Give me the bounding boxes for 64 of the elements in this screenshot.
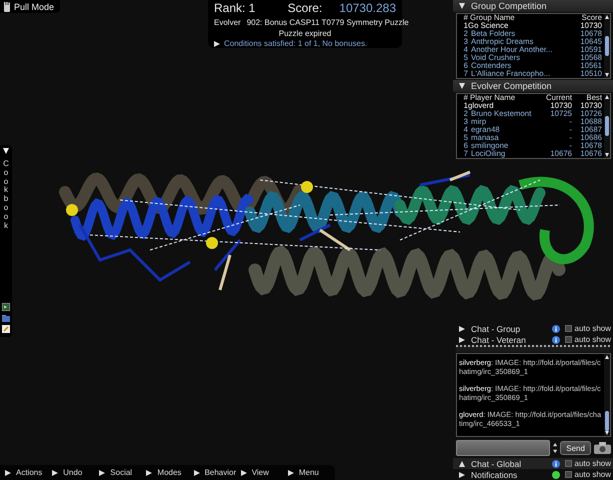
expand-arrow-icon	[214, 40, 220, 46]
scrollbar[interactable]	[604, 14, 610, 78]
scroll-up-icon	[605, 95, 609, 99]
score-label: Score:	[288, 2, 324, 15]
auto-show-checkbox[interactable]	[564, 471, 572, 478]
auto-show-label: auto show	[574, 470, 611, 479]
rank-label: Rank: 1	[214, 2, 256, 15]
scrollbar[interactable]	[604, 354, 610, 436]
expand-arrow-icon	[5, 470, 11, 476]
menu-button[interactable]: Behavior	[194, 465, 241, 480]
expand-arrow-icon	[459, 472, 465, 478]
menu-button[interactable]: Social	[99, 465, 146, 480]
send-button[interactable]: Send	[560, 441, 591, 455]
menu-button[interactable]: Undo	[52, 465, 100, 480]
auto-show-label: auto show	[574, 335, 611, 344]
puzzle-status: Puzzle expired	[278, 29, 332, 38]
info-icon	[552, 460, 560, 468]
puzzle-title: 902: Bonus CASP11 T0779 Symmetry Puzzle	[246, 18, 409, 27]
scroll-up-icon	[605, 355, 609, 359]
panel-header[interactable]: Group Competition	[453, 0, 613, 12]
auto-show-checkbox[interactable]	[564, 460, 572, 467]
camera-icon[interactable]	[594, 441, 611, 455]
expand-arrow-icon	[288, 470, 294, 476]
scroll-down-icon	[605, 153, 609, 157]
protein-drawing[interactable]	[59, 170, 594, 301]
expand-arrow-icon	[240, 470, 247, 476]
chat-input-field[interactable]	[456, 440, 550, 456]
recipe-icon[interactable]	[2, 303, 10, 311]
chat-channel-tab[interactable]: Notifications	[459, 470, 552, 480]
auto-show-checkbox[interactable]	[564, 336, 572, 343]
menu-button[interactable]: View	[240, 465, 288, 480]
pull-mode-button[interactable]: Pull Mode	[0, 0, 60, 13]
mode-label: Evolver	[214, 18, 241, 27]
expand-arrow-icon	[52, 470, 58, 476]
scroll-up-icon	[605, 15, 609, 19]
score-value: 10730.283	[339, 2, 396, 15]
info-icon	[552, 324, 560, 332]
collapse-arrow-icon	[459, 83, 465, 89]
collapse-arrow-icon	[459, 3, 465, 9]
spinner-icon[interactable]	[553, 442, 558, 454]
info-icon	[552, 336, 560, 344]
auto-show-label: auto show	[574, 459, 611, 468]
hand-icon	[3, 2, 11, 12]
status-icon	[552, 470, 560, 478]
expand-arrow-icon	[146, 470, 152, 476]
conditions-toggle[interactable]: Conditions satisfied: 1 of 1, No bonuses.	[214, 39, 396, 48]
folder-icon[interactable]	[2, 314, 10, 322]
scroll-down-icon	[605, 73, 609, 77]
chat-channel-tab[interactable]: Chat - Global	[459, 458, 552, 468]
expand-arrow-icon	[194, 470, 200, 476]
cookbook-label[interactable]: Cookbook	[2, 160, 10, 230]
menu-button[interactable]: Modes	[146, 465, 194, 480]
auto-show-checkbox[interactable]	[564, 325, 572, 332]
panel-header[interactable]: Evolver Competition	[453, 80, 613, 92]
notepad-icon[interactable]	[2, 325, 10, 333]
chat-channel-tab[interactable]: Chat - Veteran	[459, 334, 552, 344]
menu-button[interactable]: Menu	[288, 465, 335, 480]
menu-button[interactable]: Actions	[5, 465, 52, 480]
auto-show-label: auto show	[574, 324, 611, 333]
resize-handle[interactable]	[456, 345, 610, 352]
expand-arrow-icon	[99, 470, 106, 476]
collapse-arrow-icon	[459, 460, 465, 466]
chat-channel-tab[interactable]: Chat - Group	[459, 324, 552, 334]
scrollbar[interactable]	[604, 94, 610, 158]
